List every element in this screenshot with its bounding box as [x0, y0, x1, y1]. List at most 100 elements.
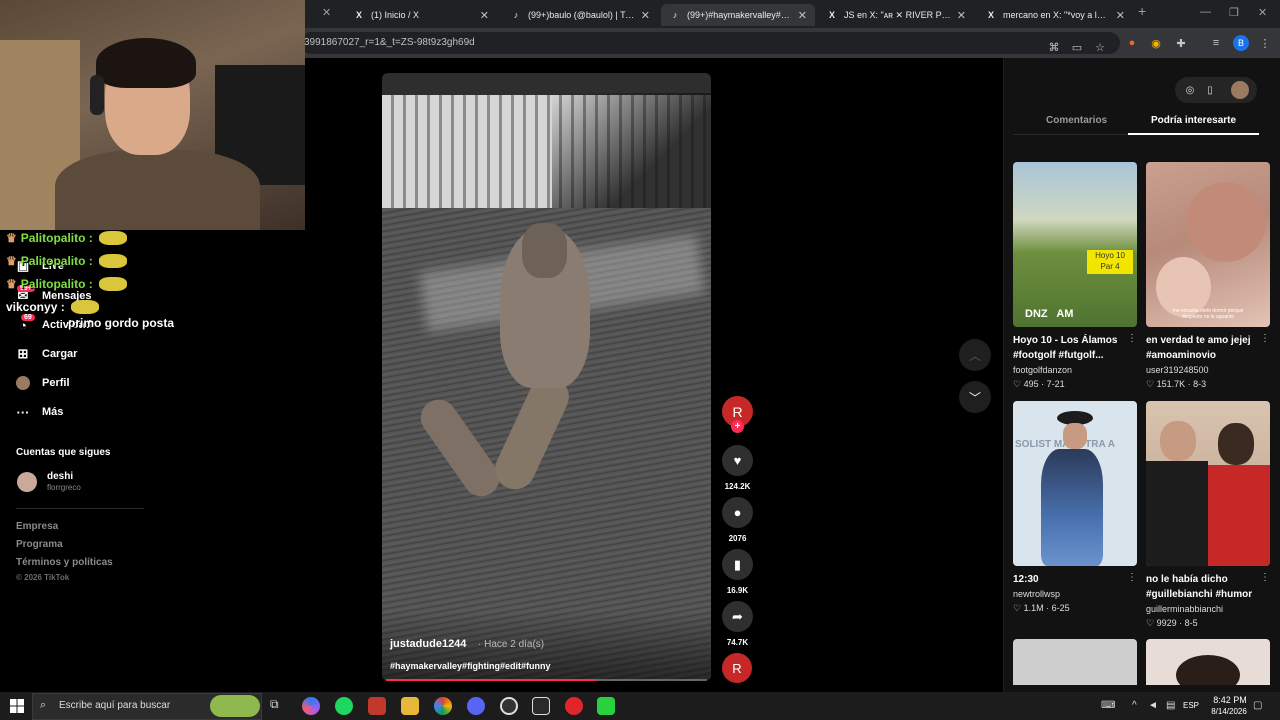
close-icon[interactable]: ✕: [322, 6, 331, 19]
device-icon[interactable]: ▯: [1203, 83, 1217, 97]
video-thumbnail[interactable]: [1146, 639, 1270, 685]
more-options-icon[interactable]: ⋮: [1260, 333, 1270, 344]
heart-icon: ♡: [1013, 379, 1024, 389]
sidebar-item-more[interactable]: ··· Más: [16, 402, 64, 422]
video-thumbnail[interactable]: [1013, 639, 1137, 685]
sidebar-item-upload[interactable]: ⊞ Cargar: [16, 344, 78, 364]
translate-icon[interactable]: ⌘: [1046, 39, 1062, 55]
avatar[interactable]: [17, 472, 37, 492]
video-author[interactable]: justadude1244: [390, 638, 466, 650]
network-icon[interactable]: ▤: [1166, 700, 1175, 711]
browser-tab[interactable]: ♪ (99+)baulo (@baulol) | TikTok ✕: [502, 4, 658, 26]
video-thumbnail[interactable]: [1146, 401, 1270, 566]
close-icon[interactable]: ✕: [480, 9, 489, 22]
save-button[interactable]: ▮: [722, 549, 753, 580]
separator: ·: [1176, 618, 1185, 628]
video-hashtags[interactable]: #haymakervalley#fighting#edit#funny: [390, 661, 551, 671]
chat-username: vikconyy :: [6, 300, 65, 314]
app-icon[interactable]: [368, 697, 386, 715]
new-tab-icon[interactable]: +: [1138, 3, 1146, 19]
tab-recommended[interactable]: Podría interesarte: [1151, 115, 1236, 126]
music-disc[interactable]: R: [722, 653, 752, 683]
keyboard-icon[interactable]: ⌨: [1101, 700, 1115, 711]
address-bar[interactable]: 3991867027_r=1&_t=ZS-98t9z3gh69d ⌘ ▭ ☆: [300, 32, 1120, 54]
search-highlight-icon[interactable]: [210, 695, 260, 717]
previous-video-button[interactable]: ︿: [959, 339, 991, 371]
video-player[interactable]: justadude1244 · Hace 2 día(s) #haymakerv…: [382, 73, 711, 681]
extension-icon[interactable]: ●: [1124, 35, 1140, 51]
windows-start-icon[interactable]: [10, 699, 24, 713]
video-progress-bar[interactable]: [386, 679, 707, 681]
extensions-puzzle-icon[interactable]: ✚: [1173, 35, 1189, 51]
like-button[interactable]: ♥: [722, 445, 753, 476]
language-indicator[interactable]: ESP: [1183, 701, 1199, 710]
comment-button[interactable]: ●: [722, 497, 753, 528]
footer-link-terms[interactable]: Términos y políticas: [16, 557, 113, 568]
video-card-author[interactable]: guillerminabbianchi: [1146, 604, 1223, 614]
clock-time[interactable]: 8:42 PM: [1209, 695, 1251, 705]
bookmark-star-icon[interactable]: ☆: [1092, 39, 1108, 55]
close-icon[interactable]: ✕: [641, 9, 650, 22]
discord-icon[interactable]: [467, 697, 485, 715]
video-card-author[interactable]: user319248500: [1146, 365, 1209, 375]
app-icon[interactable]: [500, 697, 518, 715]
x-logo-icon: X: [987, 10, 994, 20]
search-icon: ⌕: [40, 699, 47, 711]
follow-plus-icon[interactable]: +: [731, 420, 744, 433]
browser-tab[interactable]: X mercano en X: "*voy a la comp ✕: [977, 4, 1133, 26]
media-control-icon[interactable]: ≡: [1208, 35, 1224, 51]
close-icon[interactable]: ✕: [798, 9, 807, 22]
video-card-title[interactable]: Hoyo 10 - Los Álamos #footgolf #futgolf.…: [1013, 333, 1131, 363]
chat-emote-icon: [98, 231, 127, 245]
more-icon: ···: [16, 404, 30, 420]
chevron-down-icon: ﹀: [968, 390, 981, 405]
x-logo-icon: X: [828, 10, 835, 20]
video-card-author[interactable]: footgolfdanzon: [1013, 365, 1072, 375]
sidebar-item-profile[interactable]: Perfil: [16, 373, 70, 393]
next-video-button[interactable]: ﹀: [959, 381, 991, 413]
video-card-title[interactable]: 12:30: [1013, 572, 1131, 587]
notifications-icon[interactable]: ▢: [1253, 700, 1262, 711]
video-thumbnail[interactable]: me encanta verlo dormir porque despierto…: [1146, 162, 1270, 327]
footer-link-company[interactable]: Empresa: [16, 521, 58, 532]
app-icon[interactable]: [532, 697, 550, 715]
chat-username: Palitopalito :: [20, 254, 93, 268]
tiktok-icon: ♪: [672, 10, 678, 20]
video-card-author[interactable]: newtrollwsp: [1013, 589, 1060, 599]
video-card-title[interactable]: en verdad te amo jejej #amoaminovio: [1146, 333, 1264, 363]
cast-icon[interactable]: ▭: [1069, 39, 1085, 55]
extension-icon[interactable]: ◉: [1148, 35, 1164, 51]
profile-avatar-icon[interactable]: B: [1233, 35, 1249, 51]
speaker-icon[interactable]: ◄: [1148, 700, 1158, 711]
maximize-icon[interactable]: ❐: [1229, 6, 1239, 19]
spotify-icon[interactable]: [335, 697, 353, 715]
chevron-up-icon[interactable]: ^: [1132, 700, 1137, 711]
browser-tab[interactable]: X JS en X: "ᴀʀ ✕ RIVER PLATE RE ✕: [818, 4, 974, 26]
browser-tab-active[interactable]: ♪ (99+)#haymakervalley#fighting ✕: [661, 4, 815, 26]
share-button[interactable]: ➦: [722, 601, 753, 632]
explore-icon[interactable]: ◎: [1183, 83, 1197, 97]
browser-menu-icon[interactable]: ⋮: [1257, 35, 1273, 51]
more-options-icon[interactable]: ⋮: [1127, 572, 1137, 583]
file-explorer-icon[interactable]: [401, 697, 419, 715]
copilot-icon[interactable]: [302, 697, 320, 715]
footer-link-program[interactable]: Programa: [16, 539, 63, 550]
more-options-icon[interactable]: ⋮: [1260, 572, 1270, 583]
video-card-title[interactable]: no le había dicho #guillebianchi #humor: [1146, 572, 1264, 602]
video-thumbnail[interactable]: Hoyo 10 Par 4 DNZ AM: [1013, 162, 1137, 327]
kick-icon[interactable]: [597, 697, 615, 715]
following-account-name[interactable]: deshi: [47, 471, 73, 482]
tab-comments[interactable]: Comentarios: [1046, 115, 1107, 126]
close-icon[interactable]: ✕: [957, 9, 966, 22]
window-close-icon[interactable]: ✕: [1258, 6, 1267, 19]
browser-tab[interactable]: X (1) Inicio / X ✕: [345, 4, 497, 26]
minimize-icon[interactable]: —: [1200, 6, 1211, 18]
close-icon[interactable]: ✕: [1116, 9, 1125, 22]
video-thumbnail[interactable]: SOLIST MALA TRA A: [1013, 401, 1137, 566]
chrome-icon[interactable]: [434, 697, 452, 715]
opera-icon[interactable]: [565, 697, 583, 715]
task-view-icon[interactable]: ⧉: [270, 697, 288, 715]
more-options-icon[interactable]: ⋮: [1127, 333, 1137, 344]
clock-date[interactable]: 8/14/2026: [1205, 707, 1253, 716]
avatar[interactable]: [1231, 81, 1249, 99]
